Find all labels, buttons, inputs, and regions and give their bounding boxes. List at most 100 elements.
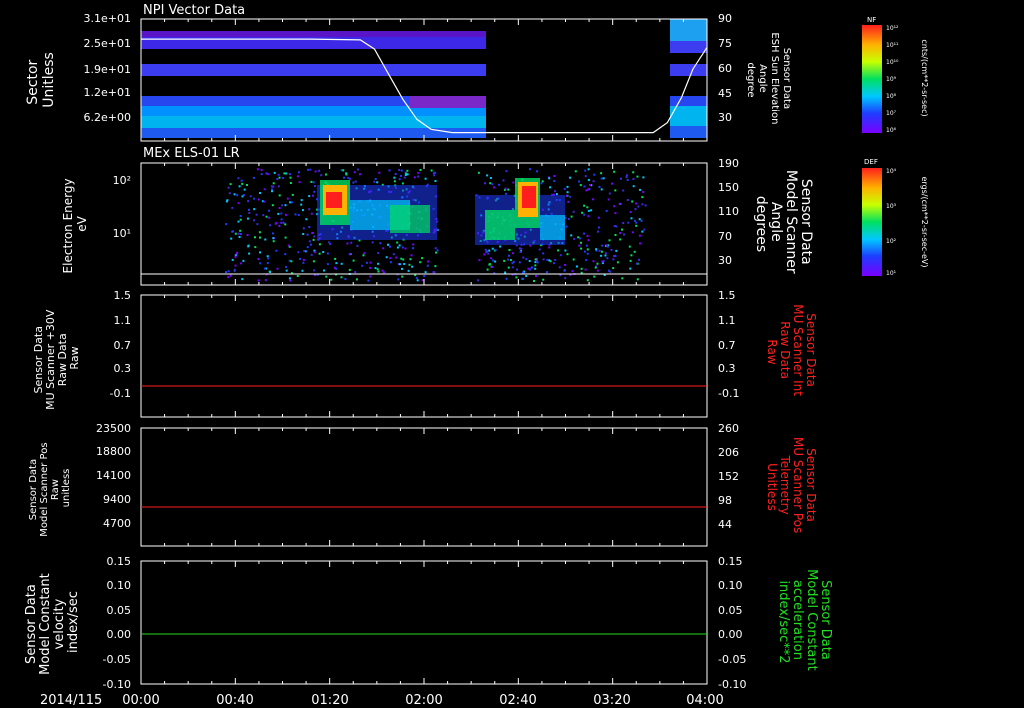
els-scatter-point bbox=[518, 261, 521, 264]
els-scatter-point bbox=[604, 254, 607, 257]
els-scatter-point bbox=[352, 259, 355, 262]
els-scatter-point bbox=[601, 260, 604, 263]
els-scatter-point bbox=[564, 277, 567, 280]
els-scatter-point bbox=[434, 265, 437, 268]
els-scatter-point bbox=[396, 241, 399, 244]
els-y2-tick: 30 bbox=[718, 254, 732, 267]
pos-y2-label-line: Telemetry bbox=[778, 454, 792, 514]
els-scatter-point bbox=[525, 258, 528, 261]
panel-title-npi: NPI Vector Data bbox=[143, 3, 245, 18]
vel-y2-label-line: Sensor Data bbox=[818, 580, 833, 660]
els-scatter-point bbox=[234, 232, 237, 235]
els-scatter-point bbox=[633, 219, 636, 222]
els-scatter-point bbox=[312, 260, 315, 263]
els-scatter-point bbox=[243, 188, 246, 191]
raw30-y2-label-line: MU Scanner Int bbox=[791, 304, 805, 396]
els-scatter-point bbox=[377, 262, 380, 265]
els-scatter-point bbox=[579, 184, 582, 187]
panel-pos: 23500 18800 14100 9400 4700 260 206 152 … bbox=[28, 422, 818, 547]
els-scatter-point bbox=[555, 193, 558, 196]
els-scatter-point bbox=[348, 177, 351, 180]
els-scatter-point bbox=[565, 194, 568, 197]
pos-y2-tick: 44 bbox=[718, 518, 732, 531]
els-scatter-point bbox=[504, 192, 507, 195]
els-scatter-point bbox=[253, 208, 256, 211]
x-tick-label: 02:40 bbox=[499, 693, 536, 708]
els-scatter-point bbox=[309, 168, 312, 171]
els-scatter-point bbox=[554, 190, 557, 193]
els-scatter-point bbox=[275, 249, 278, 252]
els-scatter-point bbox=[285, 265, 288, 268]
els-y2-label-line: Model Scanner bbox=[783, 170, 799, 274]
els-scatter-point bbox=[583, 185, 586, 188]
els-scatter-point bbox=[504, 187, 507, 190]
els-scatter-point bbox=[365, 261, 368, 264]
els-scatter-point bbox=[507, 188, 510, 191]
npi-y2-label-line: Angle bbox=[757, 64, 768, 92]
colorbar-npi: NF 10¹² 10¹¹ 10¹⁰ 10⁹ 10⁸ 10⁷ 10⁶ cnts/(… bbox=[862, 16, 929, 134]
els-scatter-point bbox=[296, 275, 299, 277]
els-scatter-point bbox=[272, 232, 274, 235]
x-tick-label: 03:20 bbox=[593, 693, 630, 708]
els-scatter-point bbox=[287, 244, 290, 247]
els-scatter-point bbox=[614, 254, 617, 257]
els-scatter-point bbox=[406, 169, 409, 172]
els-scatter-point bbox=[628, 245, 631, 248]
els-scatter-point bbox=[635, 262, 638, 265]
els-scatter-point bbox=[374, 267, 377, 270]
els-scatter-point bbox=[309, 243, 312, 246]
els-scatter-point bbox=[600, 172, 603, 175]
els-scatter-point bbox=[639, 242, 642, 245]
els-scatter-point bbox=[583, 204, 586, 207]
els-scatter-point bbox=[387, 243, 389, 246]
els-scatter-point bbox=[302, 209, 304, 212]
els-scatter-point bbox=[361, 264, 364, 267]
els-scatter-point bbox=[432, 172, 435, 175]
els-scatter-point bbox=[596, 262, 599, 265]
els-scatter-point bbox=[396, 246, 399, 249]
els-scatter-point bbox=[615, 225, 618, 228]
els-scatter-point bbox=[477, 279, 480, 282]
els-scatter-point bbox=[585, 244, 588, 247]
els-scatter-point bbox=[432, 271, 435, 274]
els-scatter-point bbox=[403, 263, 406, 265]
pos-y-ticks: 23500 18800 14100 9400 4700 bbox=[96, 422, 131, 530]
els-scatter-point bbox=[255, 213, 258, 216]
els-scatter-point bbox=[388, 169, 391, 172]
npi-y2-ticks: 90 75 60 45 30 bbox=[718, 12, 732, 124]
els-scatter-point bbox=[231, 206, 234, 209]
els-scatter-point bbox=[638, 218, 641, 221]
els-scatter-point bbox=[325, 173, 327, 176]
els-scatter-point bbox=[308, 195, 311, 198]
npi-y2-label: Sensor Data ESH Sun Elevation Angle degr… bbox=[745, 32, 792, 127]
els-scatter-point bbox=[602, 177, 605, 180]
els-scatter-point bbox=[399, 174, 402, 177]
els-scatter-point bbox=[638, 258, 640, 261]
els-spectrogram bbox=[141, 163, 707, 285]
els-scatter-point bbox=[280, 218, 283, 221]
els-scatter-point bbox=[326, 252, 329, 255]
colorbar-gradient bbox=[862, 25, 882, 133]
vel-y2-ticks: 0.15 0.10 0.05 0.00 -0.05 -0.10 bbox=[718, 555, 746, 691]
els-scatter-point bbox=[314, 185, 316, 188]
colorbar-tick: 10² bbox=[886, 238, 897, 245]
npi-y2-tick: 60 bbox=[718, 62, 732, 75]
els-y2-tick: 70 bbox=[718, 230, 732, 243]
els-scatter-point bbox=[569, 195, 572, 198]
pos-y-tick: 9400 bbox=[103, 493, 131, 506]
vel-y-ticks: 0.15 0.10 0.05 0.00 -0.05 -0.10 bbox=[103, 555, 131, 691]
pos-y-tick: 14100 bbox=[96, 469, 131, 482]
els-scatter-point bbox=[310, 212, 313, 215]
els-scatter-point bbox=[580, 247, 583, 250]
els-scatter-point bbox=[566, 253, 569, 256]
els-scatter-point bbox=[427, 260, 430, 263]
els-scatter-point bbox=[271, 190, 273, 193]
els-scatter-point bbox=[579, 237, 581, 240]
x-tick-label: 01:20 bbox=[311, 693, 348, 708]
els-scatter-point bbox=[280, 221, 283, 224]
els-scatter-point bbox=[356, 244, 359, 247]
els-scatter-point bbox=[379, 242, 382, 245]
els-scatter-point bbox=[271, 204, 274, 207]
els-scatter-point bbox=[260, 173, 263, 176]
colorbar-unit: ergs/(cm**2-sr-sec-eV) bbox=[920, 176, 929, 267]
